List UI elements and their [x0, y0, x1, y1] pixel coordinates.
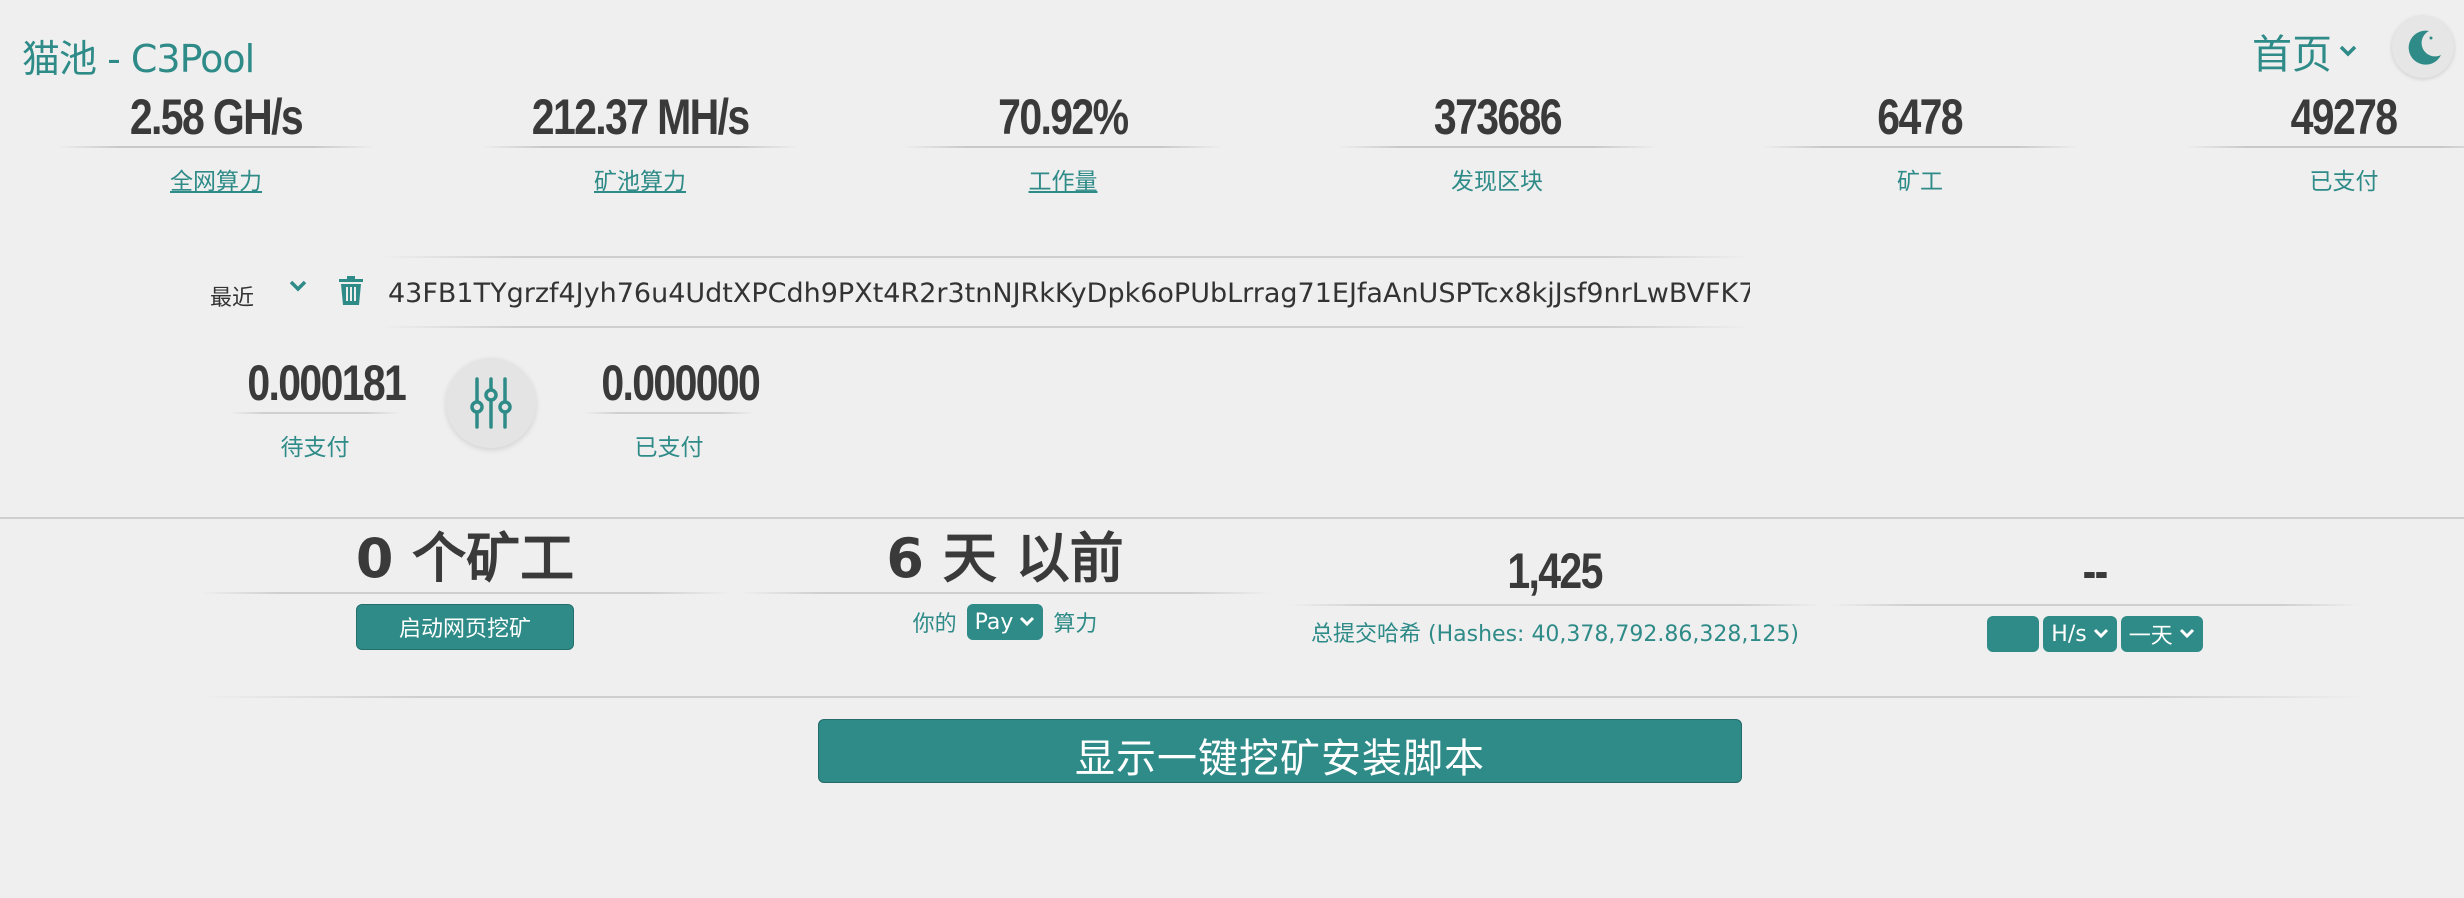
stat-label-link[interactable]: 全网算力: [56, 162, 376, 196]
divider: [1830, 604, 2360, 606]
stat-label: 已支付: [2309, 169, 2379, 195]
trash-icon: [339, 276, 363, 305]
divider: [1290, 604, 1820, 606]
workers-value: 0 个矿工: [355, 527, 575, 590]
section-divider: [200, 696, 2364, 698]
chevron-down-icon: [2179, 628, 2194, 639]
divider: [380, 326, 1750, 328]
balance-label: 已支付: [634, 435, 704, 461]
divider: [56, 146, 376, 148]
chevron-down-icon: [289, 280, 307, 292]
divider: [740, 592, 1270, 594]
stat-pool-hashrate: 212.37 MH/s 矿池算力: [480, 88, 800, 196]
hashrate-type-select[interactable]: Pay: [966, 604, 1044, 640]
hashes-value: 1,425: [1507, 543, 1604, 599]
divider: [2184, 146, 2464, 148]
start-web-mining-button[interactable]: 启动网页挖矿: [355, 604, 574, 650]
hashrate-calc-column: -- H/s 一天: [1830, 538, 2360, 652]
chevron-down-icon: [1020, 616, 1035, 627]
last-share-column: 6 天 以前 你的 Pay 算力: [740, 526, 1270, 640]
show-install-script-button[interactable]: 显示一键挖矿安装脚本: [818, 719, 1742, 783]
divider: [903, 146, 1223, 148]
select-value: 一天: [2128, 624, 2173, 649]
divider: [480, 146, 800, 148]
unit-select[interactable]: H/s: [2043, 616, 2117, 652]
sliders-icon: [470, 377, 512, 429]
stat-label: 矿工: [1897, 169, 1943, 195]
divider: [230, 412, 400, 414]
chevron-down-icon: [2339, 45, 2357, 57]
stat-value: 212.37 MH/s: [531, 89, 750, 145]
stat-value: 2.58 GH/s: [129, 89, 304, 145]
divider: [1337, 146, 1657, 148]
stat-value: 373686: [1433, 89, 1562, 145]
theme-toggle-button[interactable]: [2392, 16, 2454, 78]
balance-label: 待支付: [280, 435, 350, 461]
stat-value: 70.92%: [998, 89, 1129, 145]
rate-value: --: [2082, 543, 2109, 599]
nav-home-dropdown[interactable]: 首页: [2252, 22, 2358, 80]
stat-value: 49278: [2291, 89, 2398, 145]
divider: [584, 412, 754, 414]
wallet-address-input[interactable]: [380, 258, 1750, 328]
chevron-down-icon: [2093, 628, 2108, 639]
hashrate-input[interactable]: [1987, 616, 2040, 652]
balance-value: 0.000000: [601, 355, 761, 411]
stat-payments: 49278 已支付: [2184, 88, 2464, 196]
total-hashes-column: 1,425 总提交哈希 (Hashes: 40,378,792.86,328,1…: [1290, 538, 1820, 648]
balance-value: 0.000181: [247, 355, 407, 411]
workers-column: 0 个矿工 启动网页挖矿: [200, 526, 730, 650]
select-value: Pay: [974, 609, 1014, 635]
period-select[interactable]: 一天: [2120, 616, 2203, 652]
stat-label-link[interactable]: 矿池算力: [480, 162, 800, 196]
hashes-label: 总提交哈希 (Hashes: 40,378,792.86,328,125): [1311, 622, 1799, 647]
last-share-value: 6 天 以前: [886, 527, 1124, 590]
stat-miners: 6478 矿工: [1760, 88, 2080, 196]
divider: [1760, 146, 2080, 148]
stat-network-hashrate: 2.58 GH/s 全网算力: [56, 88, 376, 196]
balance-paid: 0.000000 已支付: [584, 354, 761, 462]
section-divider: [0, 517, 2464, 519]
delete-address-button[interactable]: [338, 276, 364, 310]
your-label: 你的: [912, 612, 957, 637]
stat-value: 6478: [1877, 89, 1964, 145]
stat-label: 发现区块: [1451, 169, 1543, 195]
hashrate-label: 算力: [1053, 612, 1098, 637]
recent-dropdown[interactable]: [288, 278, 308, 297]
moon-icon: [2408, 30, 2441, 65]
recent-label: 最近: [210, 286, 255, 311]
stat-label-link[interactable]: 工作量: [903, 162, 1223, 196]
stat-effort: 70.92% 工作量: [903, 88, 1223, 196]
divider: [200, 592, 730, 594]
nav-home-label: 首页: [2252, 32, 2332, 78]
stat-blocks-found: 373686 发现区块: [1337, 88, 1657, 196]
logo[interactable]: 猫池 - C3Pool: [22, 28, 255, 83]
balance-pending: 0.000181 待支付: [230, 354, 407, 462]
select-value: H/s: [2051, 621, 2087, 647]
payment-settings-button[interactable]: [446, 358, 536, 448]
